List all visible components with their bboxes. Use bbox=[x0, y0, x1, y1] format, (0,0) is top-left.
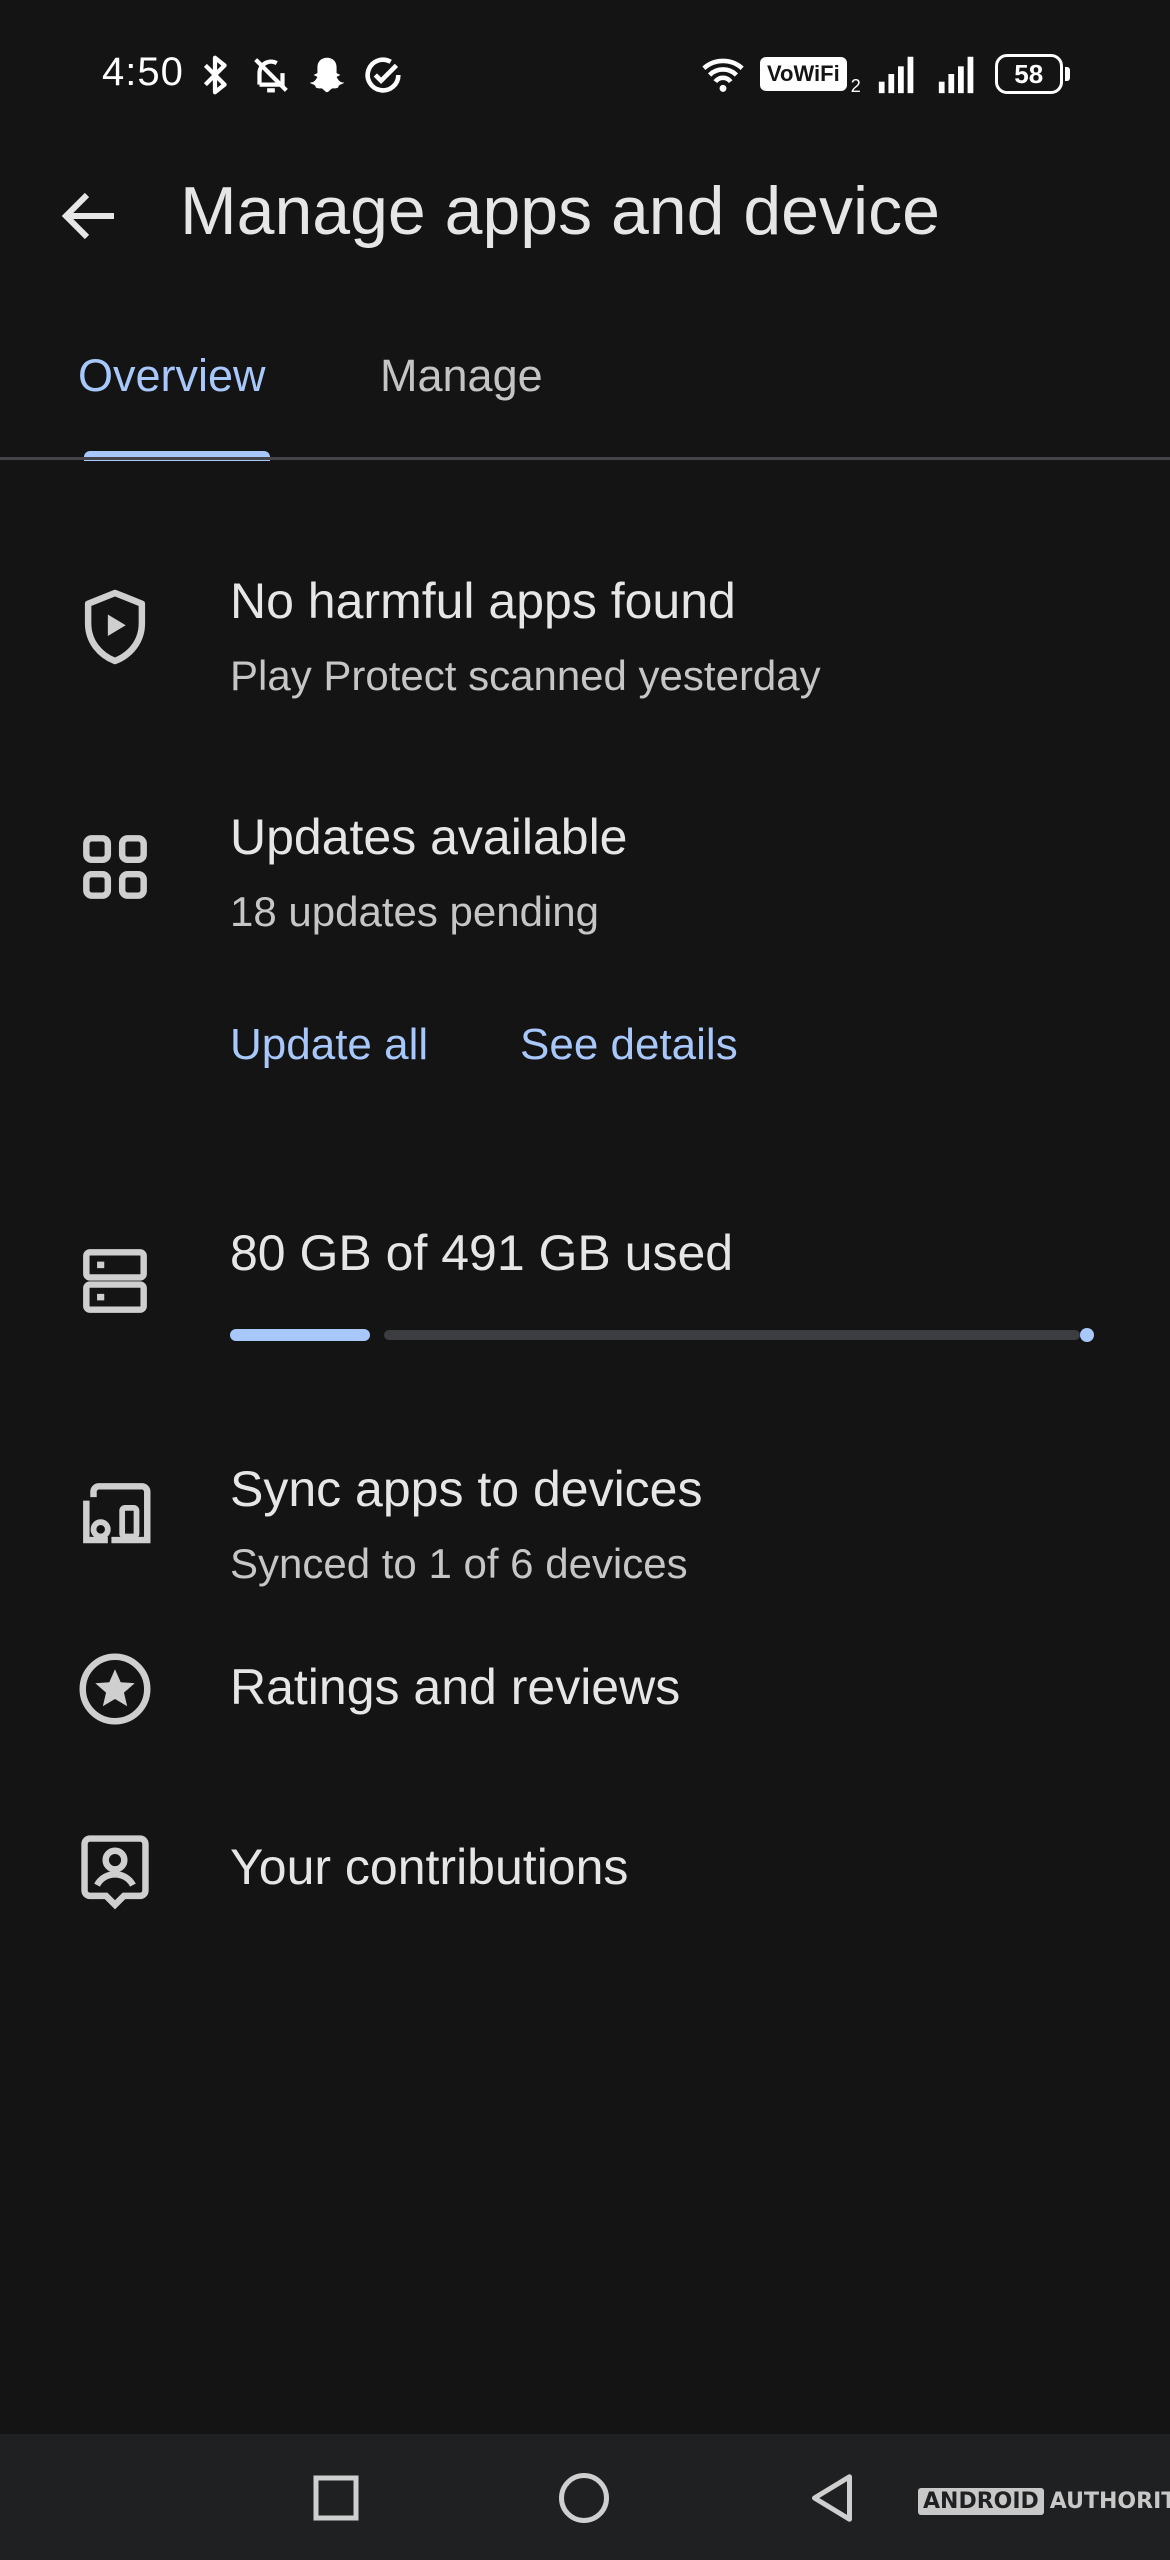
tab-divider bbox=[0, 457, 1170, 460]
update-all-button[interactable]: Update all bbox=[230, 1020, 428, 1070]
storage-icon bbox=[83, 1249, 147, 1313]
status-time: 4:50 bbox=[102, 50, 184, 94]
person-badge-icon bbox=[81, 1835, 149, 1910]
page-title: Manage apps and device bbox=[180, 173, 940, 249]
sync-title: Sync apps to devices bbox=[230, 1461, 703, 1517]
watermark-part2: AUTHORITY bbox=[1049, 2489, 1170, 2514]
vowifi-badge: VoWiFi bbox=[760, 56, 847, 91]
check-circle-icon bbox=[365, 57, 401, 93]
contributions-title[interactable]: Your contributions bbox=[230, 1838, 628, 1896]
bluetooth-icon bbox=[203, 55, 227, 95]
status-icons-right: VoWiFi 2 58 bbox=[700, 50, 1070, 97]
star-circle-icon bbox=[79, 1653, 151, 1725]
arrow-back-icon[interactable] bbox=[54, 180, 126, 252]
tab-manage[interactable]: Manage bbox=[380, 350, 543, 402]
watermark: ANDROID AUTHORITY bbox=[918, 2488, 1170, 2515]
home-circle-icon[interactable] bbox=[554, 2468, 614, 2528]
see-details-button[interactable]: See details bbox=[520, 1020, 738, 1070]
notifications-off-icon bbox=[254, 58, 288, 93]
battery-icon: 58 bbox=[994, 53, 1070, 94]
wifi-icon bbox=[702, 58, 744, 92]
ratings-title[interactable]: Ratings and reviews bbox=[230, 1658, 680, 1716]
storage-title: 80 GB of 491 GB used bbox=[230, 1225, 734, 1281]
protect-title: No harmful apps found bbox=[230, 573, 736, 629]
signal-icon-2 bbox=[938, 56, 974, 93]
storage-bar-end-dot bbox=[1080, 1328, 1094, 1342]
storage-bar-used bbox=[230, 1329, 370, 1341]
back-triangle-icon[interactable] bbox=[802, 2468, 862, 2528]
shield-play-icon bbox=[84, 589, 146, 665]
snapchat-icon bbox=[309, 57, 345, 93]
devices-icon bbox=[83, 1483, 151, 1544]
recents-square-icon[interactable] bbox=[306, 2468, 366, 2528]
updates-subtitle: 18 updates pending bbox=[230, 888, 599, 935]
protect-subtitle: Play Protect scanned yesterday bbox=[230, 652, 821, 699]
updates-title: Updates available bbox=[230, 809, 628, 865]
sync-subtitle: Synced to 1 of 6 devices bbox=[230, 1540, 688, 1587]
vowifi-sim-label: 2 bbox=[850, 76, 861, 96]
apps-grid-icon bbox=[83, 835, 147, 899]
tab-overview[interactable]: Overview bbox=[78, 350, 266, 402]
watermark-part1: ANDROID bbox=[918, 2488, 1044, 2515]
status-icons-left bbox=[192, 52, 406, 98]
signal-icon bbox=[878, 56, 914, 93]
play-protect-item[interactable] bbox=[0, 540, 1170, 740]
storage-bar-remaining bbox=[384, 1330, 1080, 1340]
